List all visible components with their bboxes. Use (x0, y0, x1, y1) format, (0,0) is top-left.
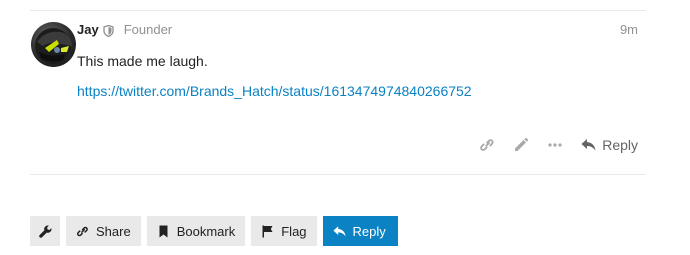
flag-label: Flag (281, 223, 307, 239)
topic-reply-button[interactable]: Reply (322, 216, 398, 246)
top-divider (30, 10, 646, 11)
bookmark-label: Bookmark (176, 223, 236, 239)
ellipsis-icon[interactable] (547, 137, 563, 153)
link-icon (77, 226, 88, 236)
flag-button[interactable]: Flag (251, 216, 317, 246)
pencil-icon[interactable] (513, 137, 529, 153)
share-button[interactable]: Share (66, 216, 141, 246)
topic-footer-buttons: Share Bookmark Flag Reply (30, 216, 398, 246)
post-reply-button[interactable]: Reply (581, 137, 638, 153)
bookmark-button[interactable]: Bookmark (146, 216, 246, 246)
admin-wrench-button[interactable] (30, 216, 60, 246)
post-age[interactable]: 9m (620, 22, 638, 37)
post-controls: Reply (461, 134, 638, 156)
post-divider (30, 174, 646, 175)
post-link[interactable]: https://twitter.com/Brands_Hatch/status/… (77, 83, 472, 99)
avatar[interactable] (31, 22, 76, 67)
post-reply-label: Reply (602, 137, 638, 153)
reply-arrow-icon (332, 225, 346, 236)
wrench-icon (38, 225, 51, 238)
post-author: Jay Founder (77, 21, 172, 38)
flag-icon (262, 225, 273, 237)
shield-icon (103, 24, 114, 37)
user-title: Founder (123, 22, 173, 37)
reply-arrow-icon (581, 139, 596, 151)
bookmark-icon (159, 225, 168, 237)
post-text: This made me laugh. (77, 53, 208, 69)
topic-reply-label: Reply (352, 223, 386, 239)
username[interactable]: Jay (77, 22, 99, 37)
link-icon[interactable] (479, 137, 495, 153)
share-label: Share (96, 223, 131, 239)
